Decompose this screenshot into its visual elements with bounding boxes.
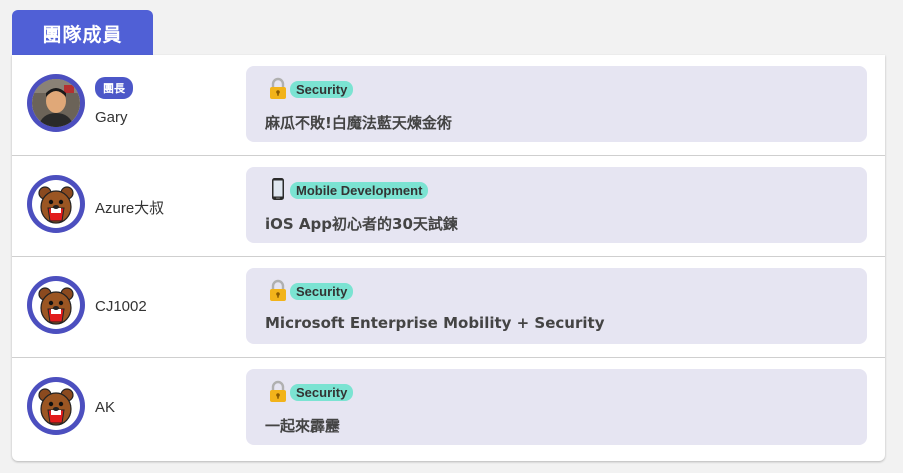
article-title[interactable]: 麻瓜不敗!白魔法藍天煉金術 — [265, 112, 452, 133]
avatar[interactable] — [27, 74, 85, 132]
member-name[interactable]: CJ1002 — [95, 298, 147, 315]
article-card[interactable]: Mobile Development iOS App初心者的30天試鍊 — [246, 167, 867, 243]
bear-icon — [38, 388, 74, 426]
article-title[interactable]: iOS App初心者的30天試鍊 — [265, 213, 458, 234]
category-tag[interactable]: Mobile Development — [290, 182, 429, 199]
member-row: 團長 Gary Security 麻瓜不敗!白魔法藍天煉金術 — [12, 55, 885, 156]
bear-icon — [38, 186, 74, 224]
member-name[interactable]: AK — [95, 399, 115, 416]
team-members-panel: 團長 Gary Security 麻瓜不敗!白魔法藍天煉金術 Azure大叔 M… — [12, 55, 885, 461]
bear-icon — [38, 287, 74, 325]
article-title[interactable]: 一起來霹靂 — [265, 415, 340, 436]
category-tag[interactable]: Security — [290, 81, 354, 98]
avatar[interactable] — [27, 175, 85, 233]
member-row: AK Security 一起來霹靂 — [12, 358, 885, 459]
category-tag[interactable]: Security — [290, 283, 354, 300]
mobile-phone-icon — [272, 178, 284, 200]
category-tag[interactable]: Security — [290, 384, 354, 401]
team-members-tab: 團隊成員 — [12, 10, 153, 56]
article-card[interactable]: Security 一起來霹靂 — [246, 369, 867, 445]
member-name[interactable]: Gary — [95, 109, 128, 126]
member-row: CJ1002 Security Microsoft Enterprise Mob… — [12, 257, 885, 358]
member-name[interactable]: Azure大叔 — [95, 197, 164, 218]
article-title[interactable]: Microsoft Enterprise Mobility + Security — [265, 314, 604, 332]
article-card[interactable]: Security 麻瓜不敗!白魔法藍天煉金術 — [246, 66, 867, 142]
member-row: Azure大叔 Mobile Development iOS App初心者的30… — [12, 156, 885, 257]
lock-icon — [270, 380, 286, 402]
avatar[interactable] — [27, 377, 85, 435]
article-card[interactable]: Security Microsoft Enterprise Mobility +… — [246, 268, 867, 344]
avatar[interactable] — [27, 276, 85, 334]
leader-badge: 團長 — [95, 77, 133, 99]
lock-icon — [270, 77, 286, 99]
lock-icon — [270, 279, 286, 301]
user-photo — [32, 79, 80, 127]
